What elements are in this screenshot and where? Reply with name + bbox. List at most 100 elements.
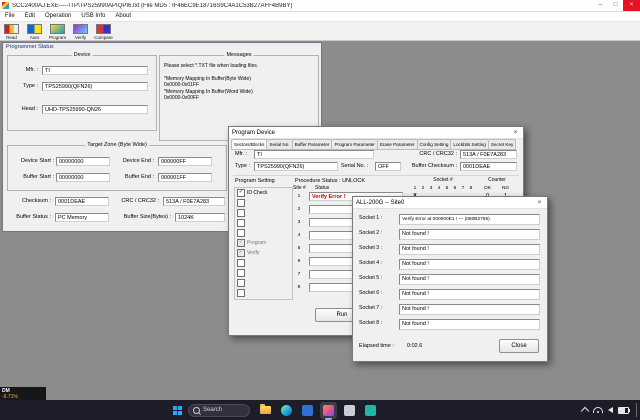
socket-6-result-field: Not found ! [399,289,540,300]
wifi-icon[interactable] [593,407,603,413]
device-group-title: Device [71,52,93,59]
site-dialog-close-icon[interactable]: × [532,197,547,208]
verify-label: Verify [74,35,87,40]
tab-lockbits-setting[interactable]: Lockbits Setting [450,139,489,150]
verify-button[interactable]: Verify [69,23,92,40]
verify-checkbox: ✓ [237,249,245,257]
buffer-end-field[interactable]: 000001FF [158,173,212,182]
device-start-field[interactable]: 00000000 [56,157,110,166]
head-field[interactable]: UHD-TPS25990-QN26 [42,105,148,114]
checkbox-row[interactable] [235,268,292,278]
window-title: SCC2400AJ.EXE-----\TP\TPS25990APIQPI6.tx… [12,2,293,9]
close-dialog-button[interactable]: Close [499,339,539,353]
menu-about[interactable]: About [110,12,136,21]
messages-group-title: Messages [224,52,254,59]
checkbox-row[interactable] [235,228,292,238]
dlg-serial-field[interactable]: OFF [375,162,401,171]
folder-icon [260,404,271,414]
checkbox-row[interactable] [235,258,292,268]
tray-expand-icon[interactable] [580,406,590,416]
message-line: Please select *.TXT file when loading fi… [164,63,259,69]
type-field[interactable]: TPS25990(QFN26) [42,82,148,91]
tab-program-parameter[interactable]: Program Parameter [331,139,378,150]
socket-col-8: 8 [469,186,473,191]
tab-buffer-parameter[interactable]: Buffer Parameter [291,139,333,150]
program-icon [50,24,65,34]
checkbox-row[interactable] [235,218,292,228]
programmer-app-icon[interactable] [320,401,337,420]
checkbox-row[interactable] [235,288,292,298]
checkbox[interactable] [237,199,245,207]
type-label: Type : [23,83,38,89]
program-checkbox: ✓ [237,239,245,247]
menu-operation[interactable]: Operation [40,12,76,21]
app-icon-blue[interactable] [299,402,316,419]
auto-button[interactable]: Auto [23,23,46,40]
procedure-status-label: Procedure Status : UNLOCK [295,178,366,184]
taskbar-search[interactable]: Search [188,403,250,417]
program-button[interactable]: Program [46,23,69,40]
volume-icon[interactable] [608,407,613,413]
checkbox[interactable] [237,229,245,237]
buffer-start-label: Buffer Start : [23,174,54,180]
mfr-field[interactable]: TI [42,66,148,75]
app-icon-gray[interactable] [341,402,358,419]
app-icon [2,2,9,9]
dlg-buffer-checksum-field: 0001DEAE [460,162,517,171]
desktop: SCC2400AJ.EXE-----\TP\TPS25990APIQPI6.tx… [0,0,640,420]
site-row-num: 1 [297,194,301,199]
dlg-type-label: Type : [235,163,250,169]
socket-1-result-field: Verify Error at 000000E1 ! --- (080B2755… [399,214,540,225]
maximize-button[interactable]: □ [608,0,623,11]
tab-secret-key[interactable]: Secret Key [487,139,517,150]
program-checkbox-label: Program [247,240,267,246]
minimize-button[interactable]: – [593,0,608,11]
compare-label: Compare [94,35,113,40]
battery-icon[interactable] [618,406,630,414]
read-button[interactable]: Read [0,23,23,40]
checkbox[interactable] [237,289,245,297]
elapsed-time-label: Elapsed time : [359,343,394,349]
menu-file[interactable]: File [0,12,20,21]
checkbox[interactable] [237,219,245,227]
device-end-field[interactable]: 000000FF [158,157,212,166]
buffer-size-label: Buffer Size(Bytes) : [123,214,171,220]
tab-sectors-blocks[interactable]: Sectors/Blocks [231,139,268,150]
program-setting-list: ✓ ID Check ✓ Program ✓ Verify [234,187,293,300]
dlg-mfr-field: TI [254,150,374,159]
buffer-start-field[interactable]: 00000000 [56,173,110,182]
checkbox[interactable] [237,269,245,277]
checkbox-row[interactable] [235,208,292,218]
read-label: Read [6,35,17,40]
menu-edit[interactable]: Edit [20,12,40,21]
checkbox-row[interactable] [235,198,292,208]
checkbox[interactable] [237,209,245,217]
app-icon-teal[interactable] [362,402,379,419]
status-column-header: Status [315,185,330,191]
close-button[interactable]: × [623,0,640,11]
socket-2-result-field: Not found ! [399,229,540,240]
gray-app-icon [344,404,355,416]
tab-config-setting[interactable]: Config Setting [416,139,452,150]
teal-app-icon [365,404,376,416]
show-desktop-button[interactable] [636,403,637,417]
dlg-mfr-label: Mfr. : [235,151,248,157]
browser-icon[interactable] [278,402,295,419]
tab-erase-parameter[interactable]: Erase Parameter [376,139,418,150]
checkbox[interactable] [237,279,245,287]
start-button[interactable] [168,401,186,419]
socket-4-result-field: Not found ! [399,259,540,270]
checkbox-row-id-check[interactable]: ✓ ID Check [235,188,292,198]
program-dialog-close-icon[interactable]: × [508,127,523,138]
checkbox[interactable] [237,259,245,267]
menu-usb-info[interactable]: USB Info [76,12,110,21]
id-check-checkbox[interactable]: ✓ [237,189,245,197]
compare-icon [96,24,111,34]
explorer-icon[interactable] [257,402,274,419]
tab-serial-no[interactable]: Serial No. [266,139,293,150]
ng-header: NG [501,186,510,191]
checkbox-row[interactable] [235,278,292,288]
device-end-label: Device End : [122,158,154,164]
active-app-icon [323,404,334,416]
compare-button[interactable]: Compare [92,23,115,40]
